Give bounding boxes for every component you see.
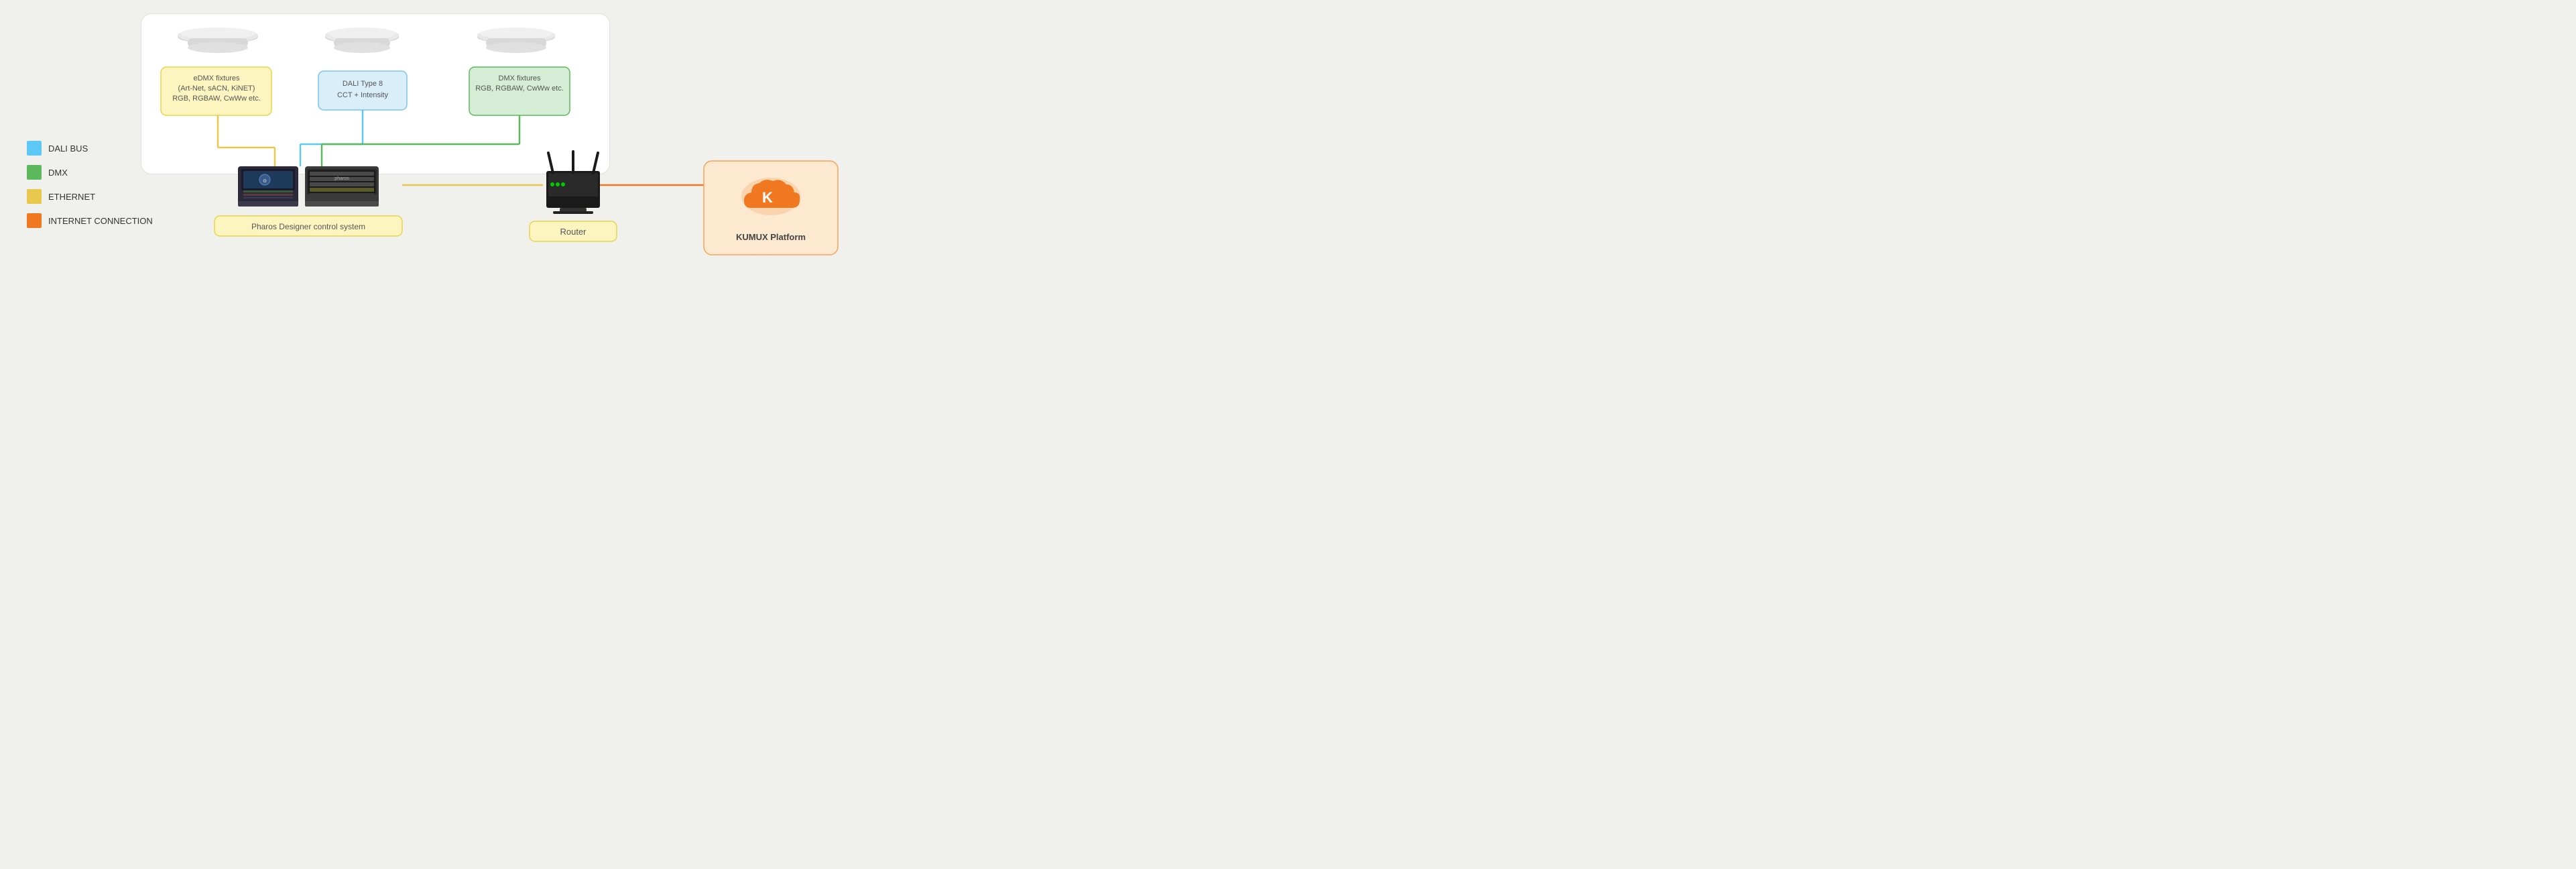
svg-text:KUMUX Platform: KUMUX Platform xyxy=(736,232,806,242)
diagram: eDMX fixtures (Art-Net, sACN, KiNET) RGB… xyxy=(121,0,858,290)
dmx-color-swatch xyxy=(27,165,42,180)
internet-color-swatch xyxy=(27,213,42,228)
main-container: DALI BUS DMX ETHERNET INTERNET CONNECTIO… xyxy=(0,0,858,290)
dali-label: DALI BUS xyxy=(48,143,88,154)
svg-text:⊙: ⊙ xyxy=(263,179,267,184)
svg-text:Router: Router xyxy=(560,227,587,237)
fixtures-container xyxy=(141,13,610,174)
svg-text:K: K xyxy=(762,189,773,206)
ethernet-color-swatch xyxy=(27,189,42,204)
dali-color-swatch xyxy=(27,141,42,156)
dmx-label: DMX xyxy=(48,168,68,178)
ethernet-label: ETHERNET xyxy=(48,192,95,202)
svg-text:pharos: pharos xyxy=(334,176,349,181)
svg-text:Pharos Designer control system: Pharos Designer control system xyxy=(251,222,365,231)
